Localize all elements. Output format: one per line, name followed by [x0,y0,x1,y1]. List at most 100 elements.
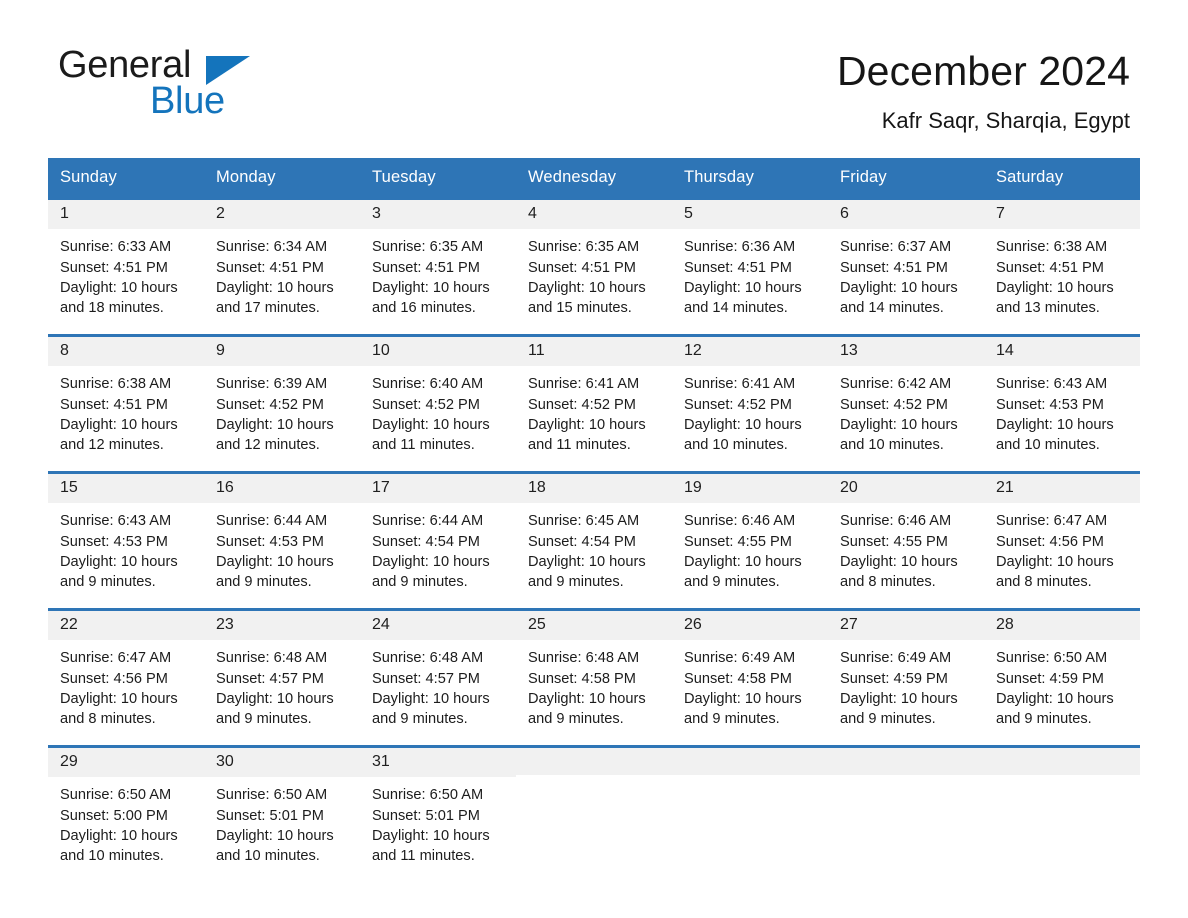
day-number [828,747,984,775]
day-cell[interactable]: 25 Sunrise: 6:48 AM Sunset: 4:58 PM Dayligh… [516,610,672,745]
daylight-text-line1: Daylight: 10 hours [372,279,490,296]
day-cell[interactable]: 16 Sunrise: 6:44 AM Sunset: 4:53 PM Dayligh… [204,473,360,608]
sunset-text: Sunset: 4:51 PM [840,259,948,276]
weekday-header-sunday: Sunday [60,168,117,186]
day-number: 7 [984,199,1140,230]
day-cell[interactable]: 21 Sunrise: 6:47 AM Sunset: 4:56 PM Dayligh… [984,473,1140,608]
day-number: 4 [516,199,672,230]
calendar-grid: Sunday Monday Tuesday Wednesday Thursday… [48,158,1140,882]
daylight-text-line1: Daylight: 10 hours [996,279,1114,296]
day-info: Sunrise: 6:38 AM Sunset: 4:51 PM Daylight:… [984,229,1140,318]
sunset-text: Sunset: 4:52 PM [684,396,792,413]
daylight-text-line1: Daylight: 10 hours [60,690,178,707]
day-info: Sunrise: 6:41 AM Sunset: 4:52 PM Daylight:… [516,366,672,455]
daylight-text-line2: and 10 minutes. [840,437,944,454]
day-number: 22 [48,610,204,641]
daylight-text-line2: and 17 minutes. [216,300,320,317]
sunset-text: Sunset: 4:52 PM [528,396,636,413]
day-cell[interactable]: 12 Sunrise: 6:41 AM Sunset: 4:52 PM Dayligh… [672,336,828,471]
day-number: 23 [204,610,360,641]
sunrise-text: Sunrise: 6:48 AM [216,650,328,667]
daylight-text-line1: Daylight: 10 hours [528,553,646,570]
day-info: Sunrise: 6:39 AM Sunset: 4:52 PM Daylight:… [204,366,360,455]
sunset-text: Sunset: 4:54 PM [372,533,480,550]
day-number: 13 [828,336,984,367]
day-info: Sunrise: 6:43 AM Sunset: 4:53 PM Daylight:… [48,503,204,592]
day-cell[interactable]: 5 Sunrise: 6:36 AM Sunset: 4:51 PM Daylight… [672,199,828,334]
sunrise-text: Sunrise: 6:50 AM [216,787,328,804]
day-cell[interactable]: 20 Sunrise: 6:46 AM Sunset: 4:55 PM Dayligh… [828,473,984,608]
day-cell[interactable]: 11 Sunrise: 6:41 AM Sunset: 4:52 PM Dayligh… [516,336,672,471]
day-number: 25 [516,610,672,641]
day-cell[interactable]: 15 Sunrise: 6:43 AM Sunset: 4:53 PM Dayligh… [48,473,204,608]
sunrise-text: Sunrise: 6:44 AM [372,513,484,530]
sunset-text: Sunset: 4:53 PM [216,533,324,550]
day-info: Sunrise: 6:42 AM Sunset: 4:52 PM Daylight:… [828,366,984,455]
day-number [672,747,828,775]
sunrise-text: Sunrise: 6:36 AM [684,239,796,256]
day-cell[interactable]: 13 Sunrise: 6:42 AM Sunset: 4:52 PM Dayligh… [828,336,984,471]
day-cell[interactable]: 26 Sunrise: 6:49 AM Sunset: 4:58 PM Dayligh… [672,610,828,745]
sunset-text: Sunset: 4:51 PM [216,259,324,276]
weekday-header-friday: Friday [840,168,887,186]
day-cell-empty [672,747,828,882]
daylight-text-line2: and 13 minutes. [996,300,1100,317]
daylight-text-line1: Daylight: 10 hours [684,279,802,296]
sunrise-text: Sunrise: 6:50 AM [60,787,172,804]
daylight-text-line2: and 10 minutes. [216,848,320,865]
day-cell[interactable]: 8 Sunrise: 6:38 AM Sunset: 4:51 PM Daylight… [48,336,204,471]
day-cell[interactable]: 27 Sunrise: 6:49 AM Sunset: 4:59 PM Dayligh… [828,610,984,745]
sunset-text: Sunset: 4:56 PM [996,533,1104,550]
sunrise-text: Sunrise: 6:45 AM [528,513,640,530]
daylight-text-line1: Daylight: 10 hours [216,279,334,296]
daylight-text-line1: Daylight: 10 hours [60,279,178,296]
day-info: Sunrise: 6:43 AM Sunset: 4:53 PM Daylight:… [984,366,1140,455]
day-cell[interactable]: 17 Sunrise: 6:44 AM Sunset: 4:54 PM Dayligh… [360,473,516,608]
day-info: Sunrise: 6:34 AM Sunset: 4:51 PM Daylight:… [204,229,360,318]
day-info: Sunrise: 6:50 AM Sunset: 5:01 PM Daylight:… [204,777,360,866]
weekday-header-monday: Monday [216,168,276,186]
day-info: Sunrise: 6:50 AM Sunset: 4:59 PM Daylight:… [984,640,1140,729]
day-info: Sunrise: 6:46 AM Sunset: 4:55 PM Daylight:… [828,503,984,592]
sunrise-text: Sunrise: 6:33 AM [60,239,172,256]
day-cell[interactable]: 30 Sunrise: 6:50 AM Sunset: 5:01 PM Dayligh… [204,747,360,882]
day-info [828,775,984,783]
day-cell[interactable]: 31 Sunrise: 6:50 AM Sunset: 5:01 PM Dayligh… [360,747,516,882]
daylight-text-line2: and 10 minutes. [684,437,788,454]
daylight-text-line1: Daylight: 10 hours [684,553,802,570]
sunset-text: Sunset: 4:53 PM [60,533,168,550]
day-cell[interactable]: 4 Sunrise: 6:35 AM Sunset: 4:51 PM Daylight… [516,199,672,334]
day-cell[interactable]: 6 Sunrise: 6:37 AM Sunset: 4:51 PM Daylight… [828,199,984,334]
day-number: 11 [516,336,672,367]
day-info: Sunrise: 6:50 AM Sunset: 5:01 PM Daylight:… [360,777,516,866]
day-cell[interactable]: 9 Sunrise: 6:39 AM Sunset: 4:52 PM Daylight… [204,336,360,471]
day-cell[interactable]: 2 Sunrise: 6:34 AM Sunset: 4:51 PM Daylight… [204,199,360,334]
sunrise-text: Sunrise: 6:44 AM [216,513,328,530]
day-cell[interactable]: 22 Sunrise: 6:47 AM Sunset: 4:56 PM Dayligh… [48,610,204,745]
day-cell[interactable]: 23 Sunrise: 6:48 AM Sunset: 4:57 PM Dayligh… [204,610,360,745]
sunrise-text: Sunrise: 6:43 AM [996,376,1108,393]
daylight-text-line2: and 9 minutes. [528,711,624,728]
sunrise-text: Sunrise: 6:41 AM [684,376,796,393]
day-cell[interactable]: 18 Sunrise: 6:45 AM Sunset: 4:54 PM Dayligh… [516,473,672,608]
sunrise-text: Sunrise: 6:49 AM [684,650,796,667]
daylight-text-line1: Daylight: 10 hours [216,416,334,433]
day-cell[interactable]: 19 Sunrise: 6:46 AM Sunset: 4:55 PM Dayligh… [672,473,828,608]
day-cell[interactable]: 24 Sunrise: 6:48 AM Sunset: 4:57 PM Dayligh… [360,610,516,745]
day-cell[interactable]: 14 Sunrise: 6:43 AM Sunset: 4:53 PM Dayligh… [984,336,1140,471]
weekday-header-tuesday: Tuesday [372,168,436,186]
logo-text-general: General [58,44,192,86]
logo-text-blue: Blue [150,80,225,122]
generalblue-logo[interactable]: General Blue [58,46,358,126]
day-cell[interactable]: 28 Sunrise: 6:50 AM Sunset: 4:59 PM Dayligh… [984,610,1140,745]
day-cell[interactable]: 10 Sunrise: 6:40 AM Sunset: 4:52 PM Dayligh… [360,336,516,471]
daylight-text-line1: Daylight: 10 hours [528,416,646,433]
daylight-text-line2: and 9 minutes. [60,574,156,591]
sunrise-text: Sunrise: 6:46 AM [840,513,952,530]
day-cell[interactable]: 1 Sunrise: 6:33 AM Sunset: 4:51 PM Daylight… [48,199,204,334]
daylight-text-line2: and 12 minutes. [216,437,320,454]
sunset-text: Sunset: 4:51 PM [528,259,636,276]
day-cell[interactable]: 29 Sunrise: 6:50 AM Sunset: 5:00 PM Dayligh… [48,747,204,882]
day-cell[interactable]: 3 Sunrise: 6:35 AM Sunset: 4:51 PM Daylight… [360,199,516,334]
day-cell[interactable]: 7 Sunrise: 6:38 AM Sunset: 4:51 PM Daylight… [984,199,1140,334]
